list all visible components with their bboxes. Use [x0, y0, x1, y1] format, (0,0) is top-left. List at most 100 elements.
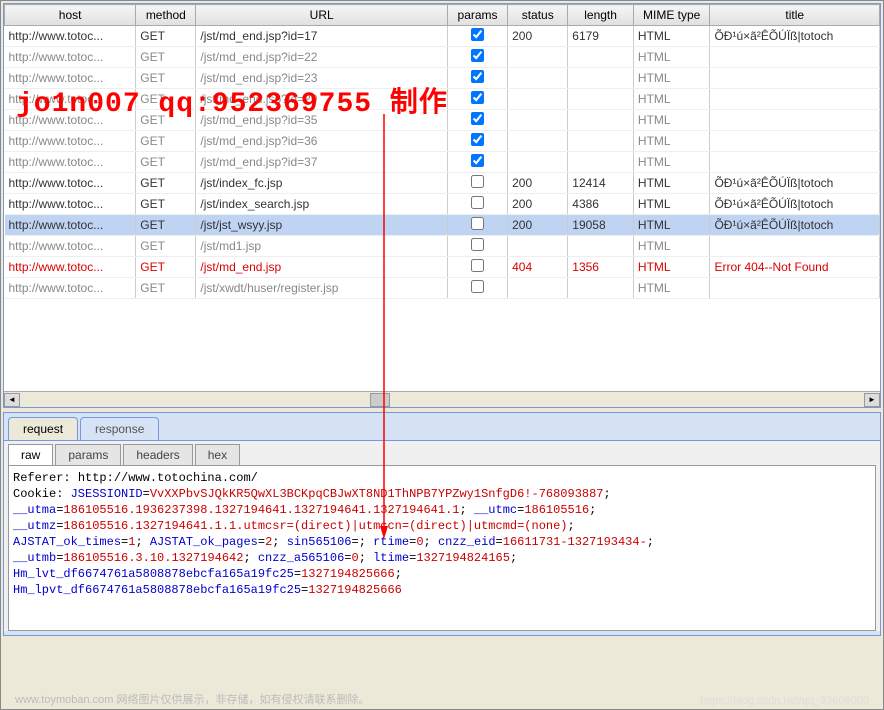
- cell-params: [447, 131, 507, 152]
- cell-host: http://www.totoc...: [5, 152, 136, 173]
- scroll-right-icon[interactable]: ►: [864, 393, 880, 407]
- cell-url: /jst/xwdt/huser/register.jsp: [196, 278, 448, 299]
- sub-tabs: raw params headers hex: [4, 441, 880, 465]
- cell-length: [568, 236, 634, 257]
- table-header-row: host method URL params status length MIM…: [5, 5, 880, 26]
- table-row[interactable]: http://www.totoc...GET/jst/md1.jspHTML: [5, 236, 880, 257]
- cell-length: [568, 152, 634, 173]
- cell-host: http://www.totoc...: [5, 47, 136, 68]
- tab-request[interactable]: request: [8, 417, 78, 440]
- table-row[interactable]: http://www.totoc...GET/jst/xwdt/huser/re…: [5, 278, 880, 299]
- cell-url: /jst/md_end.jsp?id=35: [196, 110, 448, 131]
- cell-method: GET: [136, 110, 196, 131]
- raw-request-content[interactable]: Referer: http://www.totochina.com/ Cooki…: [8, 465, 876, 631]
- scroll-left-icon[interactable]: ◄: [4, 393, 20, 407]
- cell-mime: HTML: [633, 47, 710, 68]
- col-params[interactable]: params: [447, 5, 507, 26]
- cell-title: ÕÐ¹ú×ã²ÊÕÚÏß|totoch: [710, 194, 880, 215]
- col-length[interactable]: length: [568, 5, 634, 26]
- cell-host: http://www.totoc...: [5, 89, 136, 110]
- cell-status: 200: [508, 26, 568, 47]
- col-url[interactable]: URL: [196, 5, 448, 26]
- cell-mime: HTML: [633, 131, 710, 152]
- col-host[interactable]: host: [5, 5, 136, 26]
- table-row[interactable]: http://www.totoc...GET/jst/jst_wsyy.jsp2…: [5, 215, 880, 236]
- cell-title: [710, 278, 880, 299]
- cell-params: [447, 68, 507, 89]
- cell-url: /jst/md_end.jsp?id=29: [196, 89, 448, 110]
- cell-method: GET: [136, 215, 196, 236]
- table-row[interactable]: http://www.totoc...GET/jst/md_end.jsp?id…: [5, 131, 880, 152]
- cell-host: http://www.totoc...: [5, 236, 136, 257]
- cell-params: [447, 26, 507, 47]
- cell-params: [447, 89, 507, 110]
- cell-title: [710, 47, 880, 68]
- cell-method: GET: [136, 68, 196, 89]
- table-row[interactable]: http://www.totoc...GET/jst/md_end.jsp404…: [5, 257, 880, 278]
- cell-length: 4386: [568, 194, 634, 215]
- cell-mime: HTML: [633, 236, 710, 257]
- http-history-pane: host method URL params status length MIM…: [3, 3, 881, 408]
- cell-length: [568, 110, 634, 131]
- cell-method: GET: [136, 236, 196, 257]
- request-response-panel: request response raw params headers hex …: [3, 412, 881, 636]
- cell-url: /jst/index_search.jsp: [196, 194, 448, 215]
- params-checkbox: [471, 238, 484, 251]
- cell-url: /jst/index_fc.jsp: [196, 173, 448, 194]
- cell-title: [710, 110, 880, 131]
- col-status[interactable]: status: [508, 5, 568, 26]
- cell-url: /jst/md_end.jsp?id=23: [196, 68, 448, 89]
- scroll-track[interactable]: [20, 393, 864, 407]
- cell-mime: HTML: [633, 257, 710, 278]
- cell-host: http://www.totoc...: [5, 68, 136, 89]
- cell-url: /jst/md_end.jsp?id=17: [196, 26, 448, 47]
- cell-mime: HTML: [633, 194, 710, 215]
- subtab-raw[interactable]: raw: [8, 444, 53, 465]
- table-row[interactable]: http://www.totoc...GET/jst/index_fc.jsp2…: [5, 173, 880, 194]
- cell-params: [447, 173, 507, 194]
- table-row[interactable]: http://www.totoc...GET/jst/md_end.jsp?id…: [5, 26, 880, 47]
- http-history-table[interactable]: host method URL params status length MIM…: [4, 4, 880, 299]
- table-row[interactable]: http://www.totoc...GET/jst/md_end.jsp?id…: [5, 68, 880, 89]
- cell-length: [568, 278, 634, 299]
- params-checkbox: [471, 49, 484, 62]
- cell-status: [508, 68, 568, 89]
- cell-method: GET: [136, 173, 196, 194]
- col-title[interactable]: title: [710, 5, 880, 26]
- table-row[interactable]: http://www.totoc...GET/jst/index_search.…: [5, 194, 880, 215]
- cell-method: GET: [136, 278, 196, 299]
- scroll-thumb[interactable]: [370, 393, 390, 407]
- subtab-hex[interactable]: hex: [195, 444, 240, 465]
- cell-mime: HTML: [633, 110, 710, 131]
- col-mime[interactable]: MIME type: [633, 5, 710, 26]
- cell-length: 6179: [568, 26, 634, 47]
- subtab-params[interactable]: params: [55, 444, 121, 465]
- tab-response[interactable]: response: [80, 417, 159, 440]
- table-row[interactable]: http://www.totoc...GET/jst/md_end.jsp?id…: [5, 89, 880, 110]
- table-row[interactable]: http://www.totoc...GET/jst/md_end.jsp?id…: [5, 47, 880, 68]
- col-method[interactable]: method: [136, 5, 196, 26]
- params-checkbox: [471, 217, 484, 230]
- horizontal-scrollbar[interactable]: ◄ ►: [4, 391, 880, 407]
- cell-length: [568, 89, 634, 110]
- params-checkbox: [471, 133, 484, 146]
- main-tabs: request response: [4, 413, 880, 440]
- table-row[interactable]: http://www.totoc...GET/jst/md_end.jsp?id…: [5, 152, 880, 173]
- cell-title: ÕÐ¹ú×ã²ÊÕÚÏß|totoch: [710, 215, 880, 236]
- cell-host: http://www.totoc...: [5, 194, 136, 215]
- subtab-headers[interactable]: headers: [123, 444, 192, 465]
- cell-mime: HTML: [633, 26, 710, 47]
- cell-length: [568, 47, 634, 68]
- cell-title: [710, 236, 880, 257]
- cell-status: [508, 89, 568, 110]
- cell-host: http://www.totoc...: [5, 173, 136, 194]
- cell-method: GET: [136, 47, 196, 68]
- cell-params: [447, 47, 507, 68]
- cell-params: [447, 110, 507, 131]
- cell-title: Error 404--Not Found: [710, 257, 880, 278]
- table-row[interactable]: http://www.totoc...GET/jst/md_end.jsp?id…: [5, 110, 880, 131]
- cell-url: /jst/md_end.jsp?id=36: [196, 131, 448, 152]
- params-checkbox: [471, 196, 484, 209]
- cell-params: [447, 215, 507, 236]
- cell-length: 19058: [568, 215, 634, 236]
